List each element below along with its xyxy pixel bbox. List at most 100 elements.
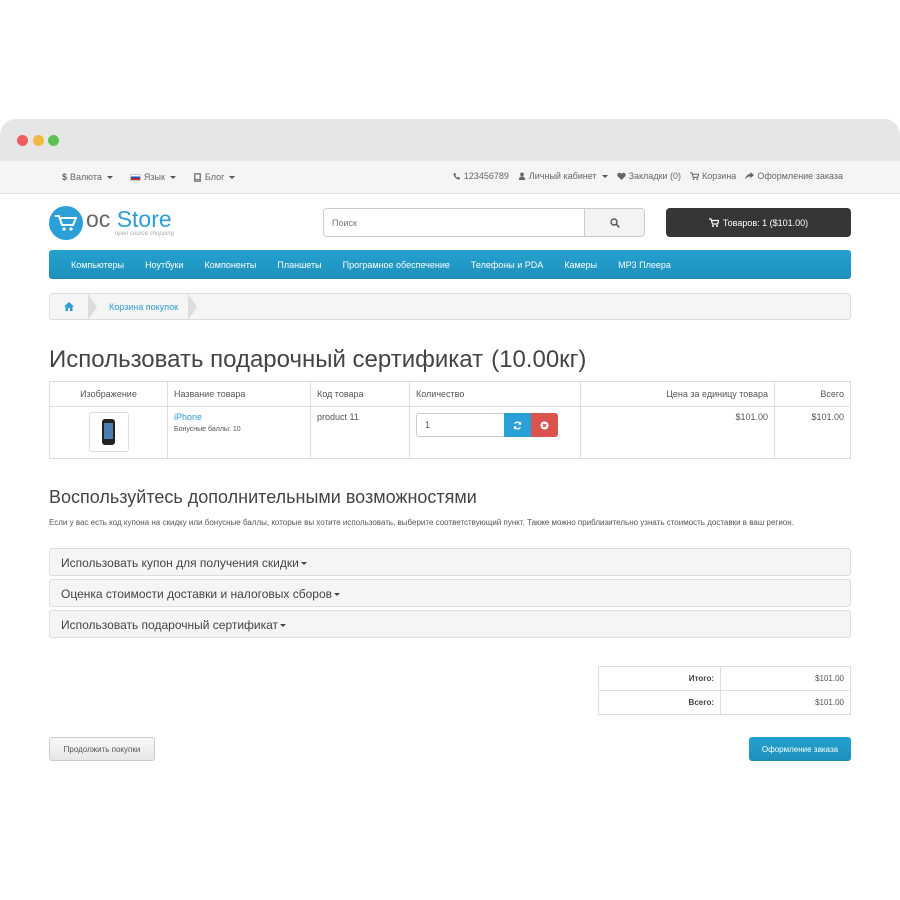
home-icon [64,302,74,311]
menu-item-mp3[interactable]: MP3 Плеера [618,260,671,270]
continue-shopping-button[interactable]: Продолжить покупки [49,737,155,761]
iphone-image [102,419,115,445]
column-header-total: Всего [774,381,851,407]
product-image-cell [49,406,168,459]
breadcrumb-separator [188,293,198,320]
menu-item-tablets[interactable]: Планшеты [277,260,321,270]
blog-dropdown[interactable]: Блог [193,172,236,182]
search-icon [609,217,620,228]
chevron-down-icon [300,562,307,566]
table-row: iPhone Бонусные баллы: 10 product 11 $10… [49,406,851,459]
window-titlebar [0,119,900,161]
total-label: Всего: [598,690,721,715]
menu-item-laptops[interactable]: Ноутбуки [145,260,183,270]
subtotal-label: Итого: [598,666,721,691]
update-quantity-button[interactable] [504,413,531,437]
product-name-cell: iPhone Бонусные баллы: 10 [167,406,311,459]
shopping-cart-icon [708,218,719,227]
account-dropdown[interactable]: Личный кабинет [518,171,608,181]
column-header-quantity: Количество [409,381,581,407]
cart-label: Корзина [702,171,737,181]
menu-item-software[interactable]: Програмное обеспечение [343,260,450,270]
bonus-points: Бонусные баллы: 10 [174,426,241,433]
main-menu: Компьютеры Ноутбуки Компоненты Планшеты … [49,250,851,279]
cart-table: Изображение Название товара Код товара К… [49,381,851,459]
minimize-window-dot[interactable] [33,135,44,146]
cart-button-label: Товаров: 1 ($101.00) [722,217,809,228]
shipping-panel[interactable]: Оценка стоимости доставки и налоговых сб… [49,579,851,607]
share-arrow-icon [745,172,755,180]
unit-price: $101.00 [580,406,775,459]
cart-weight: (10.00кг) [491,346,587,373]
table-header-row: Изображение Название товара Код товара К… [49,381,851,407]
column-header-name: Название товара [167,381,311,407]
logo-store: Store [116,206,172,232]
menu-item-computers[interactable]: Компьютеры [71,260,124,270]
language-dropdown[interactable]: Язык [129,172,176,182]
menu-item-phones[interactable]: Телефоны и PDA [471,260,543,270]
chevron-down-icon [169,175,176,179]
breadcrumb-home[interactable] [50,294,88,319]
breadcrumb: Корзина покупок [49,293,851,320]
phone-icon [453,172,460,180]
search-button[interactable] [584,209,644,236]
remove-circle-icon [540,420,549,430]
totals-table: Итого: $101.00 Всего: $101.00 [598,666,851,715]
menu-item-cameras[interactable]: Камеры [564,260,597,270]
page-title: Использовать подарочный сертификат (10.00… [49,346,586,374]
total-row: Всего: $101.00 [598,690,851,715]
coupon-panel[interactable]: Использовать купон для получения скидки [49,548,851,576]
wishlist-link[interactable]: Закладки (0) [616,171,682,181]
product-thumbnail[interactable] [88,412,129,452]
chevron-down-icon [106,175,113,179]
chevron-down-icon [334,593,341,597]
logo-tagline: open source shopping [115,231,175,237]
currency-label: Валюта [70,172,102,182]
language-label: Язык [143,172,165,182]
shopping-cart-icon [690,172,700,180]
breadcrumb-separator [88,293,97,320]
heart-icon [616,172,626,180]
top-bar: $ Валюта Язык Блог 123456789 Личный кабин… [0,161,900,194]
account-label: Личный кабинет [528,171,597,181]
total-value: $101.00 [720,690,851,715]
cart-link[interactable]: Корзина [690,171,736,181]
menu-item-components[interactable]: Компоненты [205,260,257,270]
logo-wordmark: oc Store [86,206,172,232]
breadcrumb-cart[interactable]: Корзина покупок [97,302,188,312]
checkout-button[interactable]: Оформление заказа [749,737,851,761]
search-box [323,208,645,237]
voucher-panel[interactable]: Использовать подарочный сертификат [49,610,851,638]
column-header-unit-price: Цена за единицу товара [580,381,775,407]
chevron-down-icon [280,624,287,628]
remove-item-button[interactable] [531,413,558,437]
checkout-link[interactable]: Оформление заказа [745,171,843,181]
options-description: Если у вас есть код купона на скидку или… [49,518,794,527]
refresh-icon [513,420,522,430]
phone-number: 123456789 [463,171,509,181]
page-title-text: Использовать подарочный сертификат [49,346,484,373]
wishlist-label: Закладки (0) [628,171,682,181]
options-title: Воспользуйтесь дополнительными возможнос… [49,487,477,507]
logo-oc: oc [86,206,111,232]
header-cart-button[interactable]: Товаров: 1 ($101.00) [666,208,851,237]
phone-link[interactable]: 123456789 [453,171,509,181]
chevron-down-icon [601,174,608,178]
maximize-window-dot[interactable] [48,135,59,146]
currency-dropdown[interactable]: $ Валюта [62,172,113,182]
row-total: $101.00 [774,406,851,459]
store-logo[interactable]: oc Store open source shopping [49,206,175,240]
coupon-panel-title: Использовать купон для получения скидки [61,556,299,570]
product-name-link[interactable]: iPhone [174,412,304,422]
column-header-model: Код товара [310,381,410,407]
logo-cart-icon [49,206,83,240]
store-header: oc Store open source shopping Товаров: 1… [0,194,900,250]
quantity-cell [409,406,581,459]
close-window-dot[interactable] [17,135,28,146]
search-input[interactable] [324,209,584,236]
product-model: product 11 [310,406,410,459]
book-icon [194,172,201,182]
quantity-input[interactable] [416,413,504,437]
checkout-label: Оформление заказа [757,171,843,181]
subtotal-row: Итого: $101.00 [598,666,851,691]
